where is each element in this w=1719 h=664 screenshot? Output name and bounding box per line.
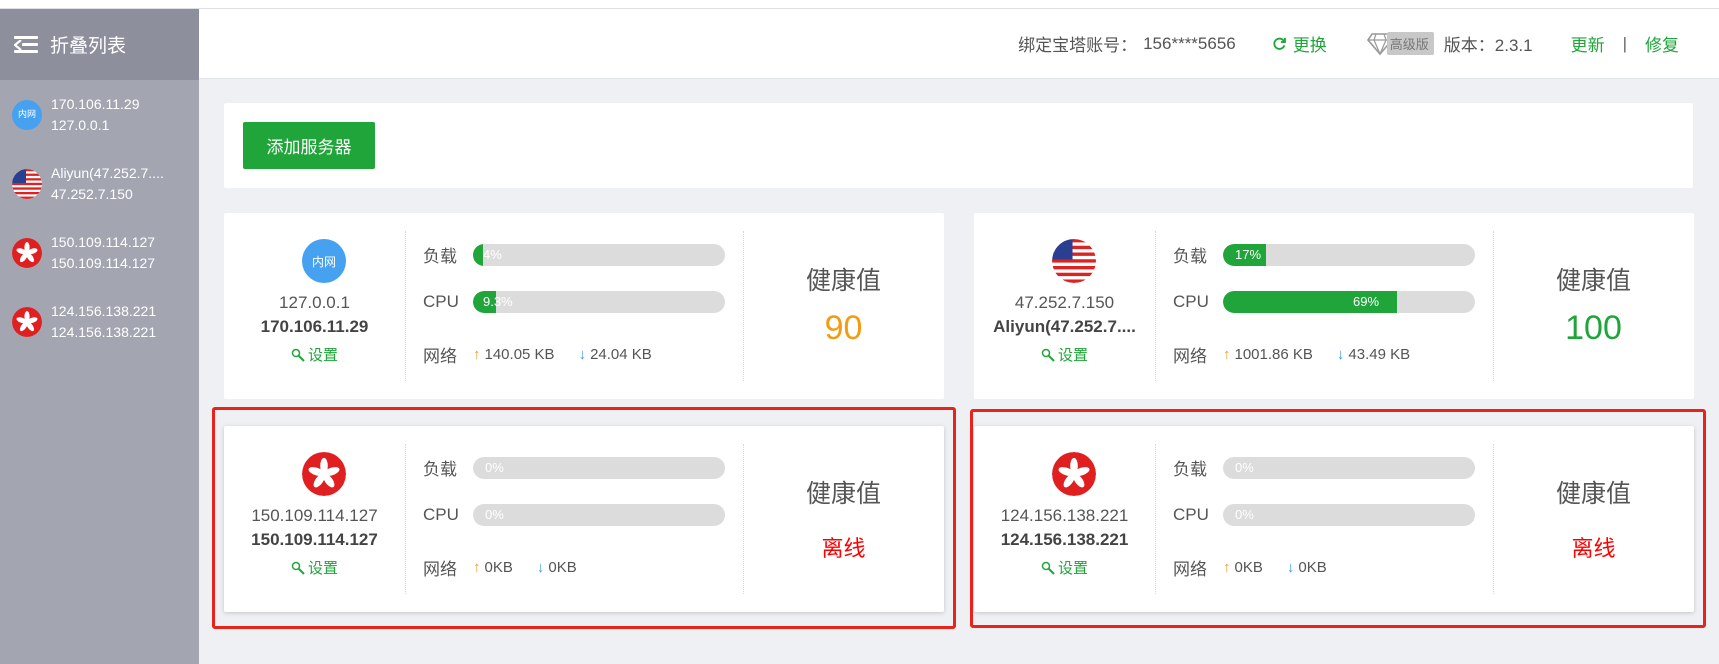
collapse-menu-icon xyxy=(14,35,38,55)
sidebar-item-ip: 124.156.138.221 xyxy=(51,323,157,340)
sidebar-item-server[interactable]: 150.109.114.127 150.109.114.127 xyxy=(0,218,199,287)
settings-label: 设置 xyxy=(1057,347,1088,364)
load-bar: 4% xyxy=(473,243,725,266)
settings-link[interactable]: 设置 xyxy=(224,344,405,365)
arrow-down-icon: ↓ xyxy=(1336,346,1345,363)
highlight-frame xyxy=(970,409,1706,628)
health-value: 100 xyxy=(1565,309,1622,347)
top-border xyxy=(0,0,1719,9)
account-label: 绑定宝塔账号： xyxy=(1018,36,1138,55)
sidebar-item-name: 170.106.11.29 xyxy=(51,95,140,112)
arrow-down-icon: ↓ xyxy=(578,346,587,363)
lan-badge-icon: 内网 xyxy=(12,99,42,130)
hk-flag-icon xyxy=(12,237,42,268)
health-label: 健康值 xyxy=(805,267,881,295)
top-header: 绑定宝塔账号： 156****5656 更换 高级版 版本：2.3.1 更新 |… xyxy=(199,9,1719,79)
edition-label: 高级版 xyxy=(1386,32,1434,55)
load-label: 负载 xyxy=(1173,247,1207,266)
hk-flag-icon xyxy=(12,306,42,337)
health-value: 90 xyxy=(824,309,863,347)
load-bar: 17% xyxy=(1223,243,1475,266)
edition-badge: 高级版 xyxy=(1366,32,1434,56)
highlight-frame xyxy=(212,407,956,629)
server-name: Aliyun(47.252.7.... xyxy=(993,317,1136,336)
net-down-value: 43.49 KB xyxy=(1348,346,1411,363)
sidebar-item-name: 150.109.114.127 xyxy=(51,233,156,250)
sidebar-item-server[interactable]: 内网 170.106.11.29 127.0.0.1 xyxy=(0,80,199,149)
sidebar-item-name: Aliyun(47.252.7.... xyxy=(51,164,164,181)
header-separator: | xyxy=(1622,33,1627,53)
lan-badge-icon: 内网 xyxy=(302,239,346,283)
cpu-value: 69% xyxy=(1353,294,1380,309)
sidebar-item-name: 124.156.138.221 xyxy=(51,302,157,319)
network-label: 网络 xyxy=(423,347,457,366)
swap-label: 更换 xyxy=(1292,36,1327,55)
sidebar-collapse-toggle[interactable]: 折叠列表 xyxy=(0,9,199,80)
cpu-label: CPU xyxy=(423,292,459,311)
health-label: 健康值 xyxy=(1555,267,1631,295)
sidebar-item-ip: 47.252.7.150 xyxy=(51,185,133,202)
account-value: 156****5656 xyxy=(1143,33,1236,53)
repair-link[interactable]: 修复 xyxy=(1645,31,1679,56)
us-flag-icon xyxy=(12,168,42,199)
settings-label: 设置 xyxy=(307,347,338,364)
net-up-value: 140.05 KB xyxy=(484,346,555,363)
toolbar-panel: 添加服务器 xyxy=(224,103,1693,188)
net-up-value: 1001.86 KB xyxy=(1234,346,1313,363)
settings-link[interactable]: 设置 xyxy=(974,344,1155,365)
swap-account-button[interactable]: 更换 xyxy=(1272,31,1327,56)
server-ip: 127.0.0.1 xyxy=(279,293,350,312)
cpu-bar: 69% xyxy=(1223,291,1475,313)
server-name: 170.106.11.29 xyxy=(260,317,369,336)
sidebar-title: 折叠列表 xyxy=(50,36,127,57)
cpu-label: CPU xyxy=(1173,292,1209,311)
add-server-button[interactable]: 添加服务器 xyxy=(243,122,375,169)
sidebar-item-server[interactable]: 124.156.138.221 124.156.138.221 xyxy=(0,287,199,356)
refresh-icon xyxy=(1273,37,1286,50)
sidebar-item-ip: 150.109.114.127 xyxy=(51,254,156,271)
arrow-up-icon: ↑ xyxy=(1223,346,1231,363)
load-value: 4% xyxy=(483,246,502,262)
wrench-icon xyxy=(1041,348,1055,362)
version-text: 版本：2.3.1 xyxy=(1443,36,1533,55)
sidebar-item-server[interactable]: Aliyun(47.252.7.... 47.252.7.150 xyxy=(0,149,199,218)
server-card: 内网 127.0.0.1 170.106.11.29 设置 负载 4% CPU 9.… xyxy=(224,213,944,399)
sidebar: 折叠列表 内网 170.106.11.29 127.0.0.1 Aliyun(47… xyxy=(0,9,199,664)
wrench-icon xyxy=(291,348,305,362)
net-down-value: 24.04 KB xyxy=(590,346,652,363)
cpu-value: 9.3% xyxy=(483,294,513,309)
cpu-bar: 9.3% xyxy=(473,291,725,313)
load-value: 17% xyxy=(1235,246,1262,262)
server-ip: 47.252.7.150 xyxy=(1014,293,1115,312)
arrow-up-icon: ↑ xyxy=(473,346,481,363)
update-link[interactable]: 更新 xyxy=(1571,31,1605,56)
sidebar-item-ip: 127.0.0.1 xyxy=(51,116,110,133)
us-flag-icon xyxy=(1052,239,1096,283)
load-label: 负载 xyxy=(423,247,457,266)
server-card: 47.252.7.150 Aliyun(47.252.7.... 设置 负载 17… xyxy=(974,213,1694,399)
network-label: 网络 xyxy=(1173,347,1207,366)
